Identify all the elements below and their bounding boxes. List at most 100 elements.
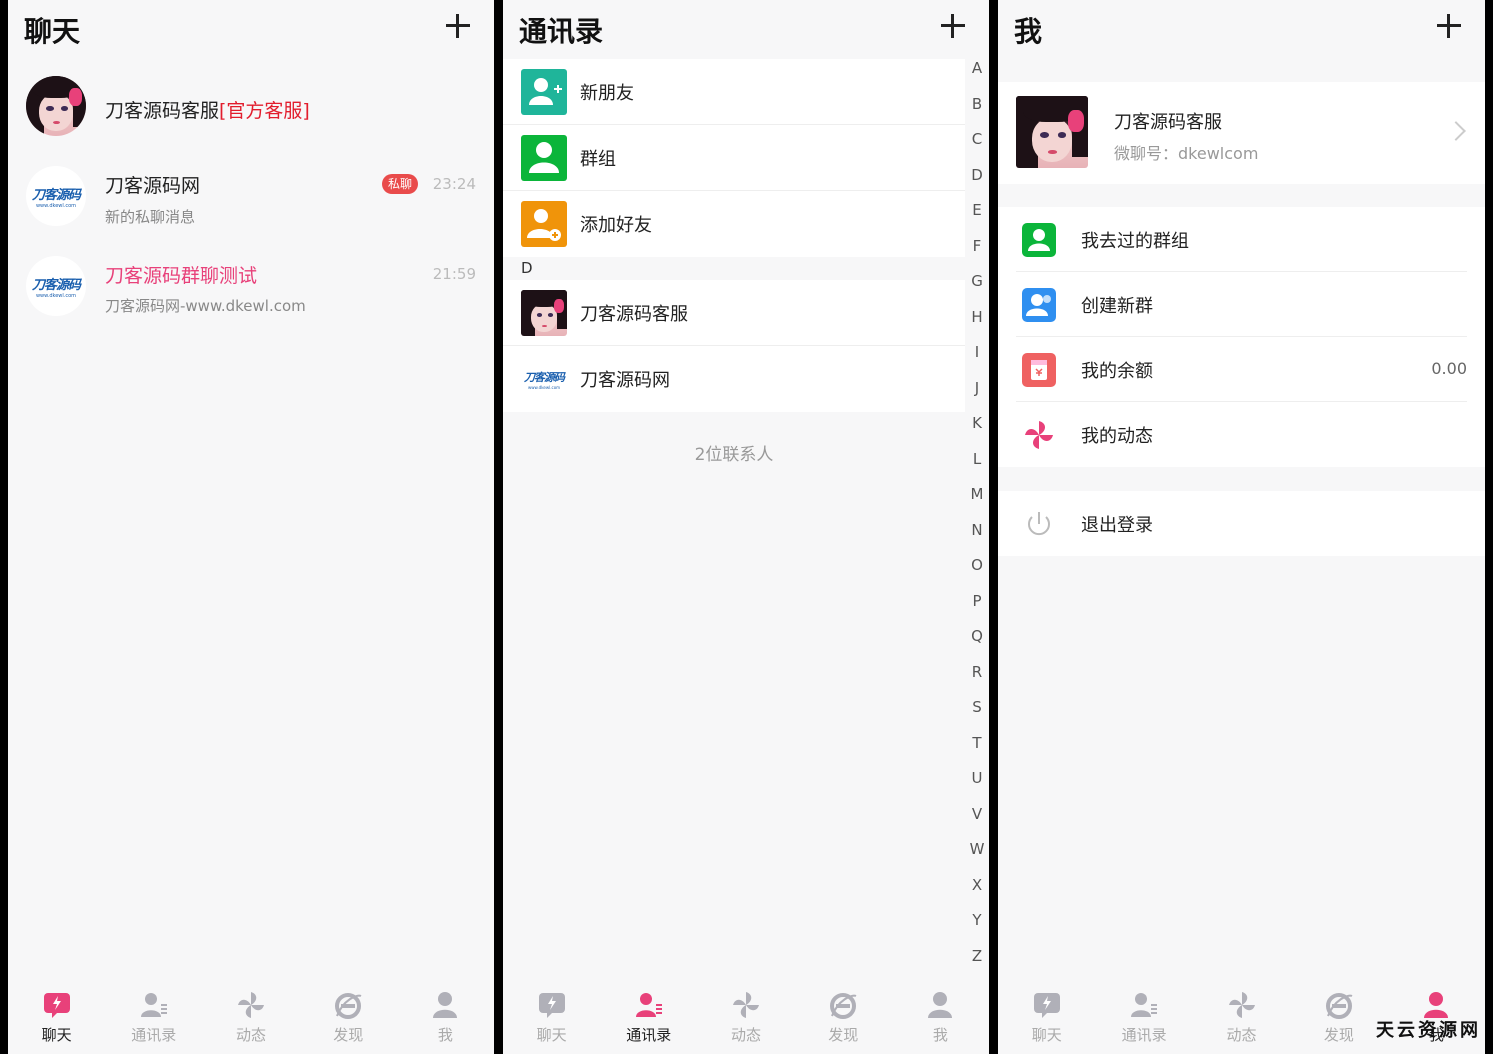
menu-item-create-group[interactable]: 创建新群	[998, 272, 1485, 337]
tab-label: 发现	[828, 1026, 859, 1044]
profile-card[interactable]: 刀客源码客服 微聊号：dkewlcom	[998, 82, 1485, 184]
item-label: 群组	[580, 149, 616, 170]
tab-moments[interactable]: 动态	[697, 982, 794, 1054]
tab-label: 通讯录	[1121, 1026, 1167, 1044]
chat-name: 刀客源码群聊测试	[105, 265, 258, 287]
tab-label: 聊天	[536, 1026, 567, 1044]
index-letter[interactable]: F	[965, 236, 989, 272]
tab-contacts[interactable]: 通讯录	[600, 982, 697, 1054]
chat-item[interactable]: 刀客源码 www.dkewl.com 刀客源码群聊测试 21:59 刀客源码网-w…	[8, 242, 494, 332]
person-icon	[433, 992, 458, 1018]
add-friend-icon	[521, 69, 567, 115]
logout-button[interactable]: 退出登录	[998, 491, 1485, 556]
index-letter[interactable]: X	[965, 875, 989, 911]
contacts-header: 通讯录	[503, 0, 989, 60]
tab-discover[interactable]: 发现	[795, 982, 892, 1054]
avatar	[1016, 96, 1088, 168]
explore-e-icon	[830, 993, 857, 1019]
pinwheel-icon	[238, 992, 264, 1018]
index-letter[interactable]: C	[965, 129, 989, 165]
chat-header: 聊天	[8, 0, 494, 60]
index-letter[interactable]: K	[965, 413, 989, 449]
menu-label: 退出登录	[1081, 515, 1153, 536]
me-header: 我	[998, 0, 1485, 60]
menu-label: 我的余额	[1081, 361, 1153, 382]
tab-contacts[interactable]: 通讯录	[105, 982, 202, 1054]
tab-label: 我	[932, 1026, 948, 1044]
tab-discover[interactable]: 发现	[300, 982, 397, 1054]
index-letter[interactable]: A	[965, 58, 989, 94]
index-letter[interactable]: I	[965, 342, 989, 378]
tab-label: 聊天	[1031, 1026, 1062, 1044]
index-letter[interactable]: S	[965, 697, 989, 733]
page-title: 聊天	[24, 15, 81, 48]
alphabet-index[interactable]: ABCDEFGHIJKLMNOPQRSTUVWXYZ	[965, 58, 989, 981]
profile-name: 刀客源码客服	[1114, 112, 1222, 133]
index-letter[interactable]: P	[965, 591, 989, 627]
add-friend-item[interactable]: 添加好友	[503, 191, 965, 257]
new-friends-item[interactable]: 新朋友	[503, 59, 965, 125]
index-letter[interactable]: O	[965, 555, 989, 591]
chat-time: 21:59	[432, 265, 476, 283]
plus-icon[interactable]	[1437, 14, 1461, 38]
tab-chat[interactable]: 聊天	[8, 982, 105, 1054]
index-letter[interactable]: D	[965, 165, 989, 201]
watermark: 天云资源网	[1376, 1020, 1481, 1041]
tab-label: 动态	[731, 1026, 762, 1044]
index-letter[interactable]: Z	[965, 946, 989, 982]
tab-me[interactable]: 我	[397, 982, 494, 1054]
index-letter[interactable]: Q	[965, 626, 989, 662]
contact-item[interactable]: 刀客源码客服	[503, 280, 965, 346]
tab-chat[interactable]: 聊天	[503, 982, 600, 1054]
index-letter[interactable]: B	[965, 94, 989, 130]
person-icon	[928, 992, 953, 1018]
index-letter[interactable]: M	[965, 484, 989, 520]
tab-moments[interactable]: 动态	[1193, 982, 1290, 1054]
section-letter: D	[521, 259, 533, 277]
index-letter[interactable]: G	[965, 271, 989, 307]
contacts-icon	[1131, 993, 1158, 1017]
group-icon	[521, 135, 567, 181]
chat-item[interactable]: 刀客源码 www.dkewl.com 刀客源码网 私聊 23:24 新的私聊消息	[8, 152, 494, 242]
tab-label: 通讯录	[626, 1026, 672, 1044]
index-letter[interactable]: T	[965, 733, 989, 769]
avatar	[26, 76, 86, 136]
plus-icon[interactable]	[941, 14, 965, 38]
index-letter[interactable]: W	[965, 839, 989, 875]
plus-icon[interactable]	[446, 14, 470, 38]
tab-discover[interactable]: 发现	[1290, 982, 1387, 1054]
pinwheel-icon	[733, 992, 759, 1018]
menu-item-balance[interactable]: 我的余额 0.00	[998, 337, 1485, 402]
tab-me[interactable]: 我	[892, 982, 989, 1054]
index-letter[interactable]: L	[965, 449, 989, 485]
chat-name: 刀客源码网	[105, 175, 201, 197]
index-letter[interactable]: V	[965, 804, 989, 840]
contact-item[interactable]: 刀客源码 www.dkewl.com 刀客源码网	[503, 346, 965, 412]
create-group-icon	[1022, 288, 1056, 322]
page-title: 我	[1014, 15, 1043, 48]
index-letter[interactable]: E	[965, 200, 989, 236]
index-letter[interactable]: R	[965, 662, 989, 698]
tab-bar: 聊天 通讯录 动态 发现 我	[503, 982, 989, 1054]
item-label: 添加好友	[580, 215, 652, 236]
groups-item[interactable]: 群组	[503, 125, 965, 191]
menu-group: 我去过的群组 创建新群 我的余额 0.00 我的动态	[998, 207, 1485, 467]
tab-moments[interactable]: 动态	[202, 982, 299, 1054]
index-letter[interactable]: Y	[965, 910, 989, 946]
index-letter[interactable]: J	[965, 378, 989, 414]
chat-screen: 聊天 刀客源码客服[官方客服] 刀客源码 www.dkewl.com 刀客源码网 …	[8, 0, 494, 1054]
index-letter[interactable]: U	[965, 768, 989, 804]
chat-bolt-icon	[1033, 993, 1060, 1018]
explore-e-icon	[335, 993, 362, 1019]
me-screen: 我 刀客源码客服 微聊号：dkewlcom 我去过的群组 创建新群 我的余额 0…	[998, 0, 1485, 1054]
menu-item-joined-groups[interactable]: 我去过的群组	[998, 207, 1485, 272]
chat-item[interactable]: 刀客源码客服[官方客服]	[8, 62, 494, 152]
tab-label: 聊天	[41, 1026, 72, 1044]
index-letter[interactable]: N	[965, 520, 989, 556]
index-letter[interactable]: H	[965, 307, 989, 343]
explore-e-icon	[1325, 993, 1353, 1019]
tab-contacts[interactable]: 通讯录	[1095, 982, 1192, 1054]
tab-chat[interactable]: 聊天	[998, 982, 1095, 1054]
menu-item-my-moments[interactable]: 我的动态	[998, 402, 1485, 467]
contacts-screen: 通讯录 新朋友 群组 添加好友 D 刀客源码客服 刀客源码 www.dkewl.c…	[503, 0, 989, 1054]
